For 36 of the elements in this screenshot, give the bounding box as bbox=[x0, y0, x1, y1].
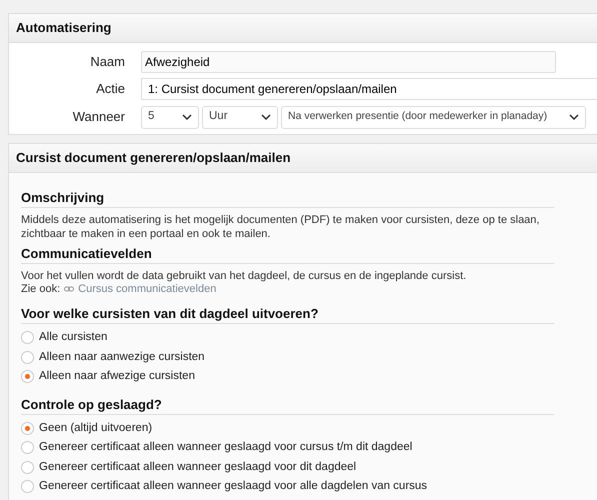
radio-label: Genereer certificaat alleen wanneer geslaagd voor cursus t/m dit dagdeel bbox=[39, 440, 412, 456]
description-text: Voor het vullen wordt de data gebruikt van het dagdeel, de cursus en de ingeplande cursist. bbox=[21, 270, 466, 282]
radio-label: Genereer certificaat alleen wanneer geslaagd voor dit dagdeel bbox=[39, 460, 356, 475]
see-also-label: Zie ook: bbox=[21, 282, 60, 296]
action-field[interactable]: 1: Cursist document genereren/opslaan/mailen bbox=[141, 78, 597, 100]
radio-button[interactable] bbox=[21, 370, 34, 384]
radio-label: Genereer certificaat alleen wanneer geslaagd voor alle dagdelen van cursus bbox=[39, 479, 428, 494]
description-text: Middels deze automatisering is het mogelijk documenten (PDF) te maken voor cursisten, deze op te slaan, bbox=[21, 214, 540, 226]
chevron-down-icon bbox=[261, 114, 271, 120]
radio-button[interactable] bbox=[21, 480, 34, 494]
description-text: zichtbaar te maken in een portaal en ook te mailen. bbox=[21, 228, 270, 240]
link-icon bbox=[64, 285, 74, 293]
radio-label: Geen (altijd uitvoeren) bbox=[39, 420, 152, 436]
section-heading: Voor welke cursisten van dit dagdeel uitvoeren? bbox=[21, 306, 318, 321]
name-field[interactable]: Afwezigheid bbox=[141, 50, 556, 72]
radio-label: Alleen naar afwezige cursisten bbox=[39, 369, 195, 384]
field-label: Naam bbox=[89, 52, 126, 71]
radio-button[interactable] bbox=[21, 350, 34, 364]
panel-title: Cursist document genereren/opslaan/mailen bbox=[16, 149, 291, 168]
radio-label: Alleen naar aanwezige cursisten bbox=[39, 350, 205, 365]
radio-button[interactable] bbox=[21, 422, 34, 435]
section-heading: Communicatievelden bbox=[21, 246, 152, 261]
select-dropdown[interactable]: Na verwerken presentie (door medewerker in planaday) bbox=[281, 106, 586, 128]
field-label: Wanneer bbox=[72, 108, 126, 126]
select-dropdown[interactable]: 5 bbox=[141, 106, 199, 128]
section-heading: Controle op geslaagd? bbox=[21, 396, 162, 412]
radio-button[interactable] bbox=[21, 331, 34, 344]
radio-button[interactable] bbox=[21, 460, 34, 474]
radio-label: Alle cursisten bbox=[39, 330, 108, 346]
panel-title: Automatisering bbox=[16, 19, 112, 38]
chevron-down-icon bbox=[569, 114, 579, 120]
chevron-down-icon bbox=[182, 114, 192, 120]
radio-button[interactable] bbox=[21, 441, 34, 454]
select-dropdown[interactable]: Uur bbox=[202, 106, 278, 128]
section-heading: Omschrijving bbox=[21, 190, 104, 205]
field-label: Actie bbox=[95, 80, 126, 98]
